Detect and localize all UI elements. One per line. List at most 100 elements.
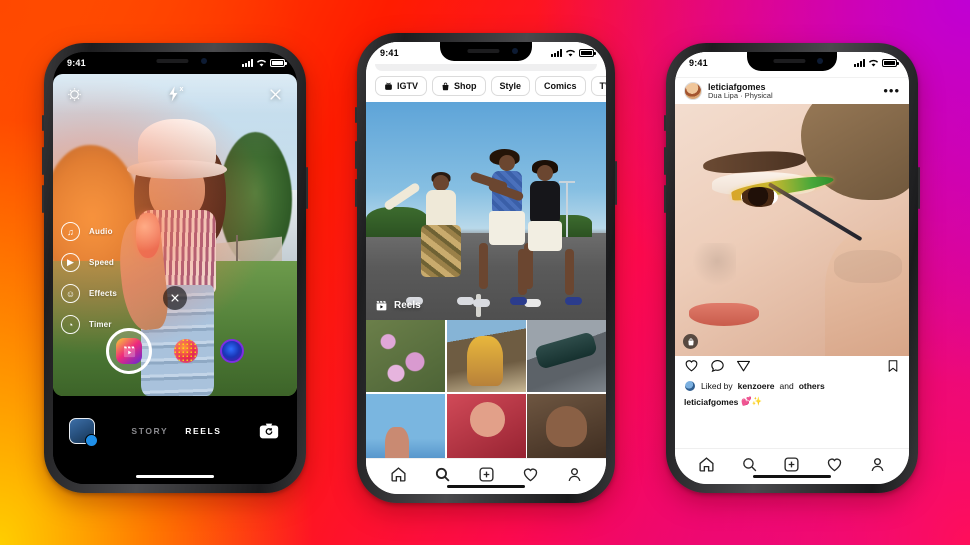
earpiece-speaker [156,59,189,63]
chip-shop[interactable]: Shop [432,76,486,96]
camera-screen: x ♫ Audio ▶ Speed ☺ Effects ◔ Timer STOR… [53,52,297,484]
power-button [615,161,617,205]
reels-badge-label: Reels [394,300,421,311]
earpiece-speaker [467,49,500,53]
likes-summary: Liked by kenzoere and others [675,380,909,394]
search-tab[interactable] [741,456,758,473]
category-chips[interactable]: IGTV Shop Style Comics TV & Movie [366,76,606,102]
tool-audio[interactable]: ♫ Audio [61,222,117,242]
shopping-tag-icon[interactable] [683,334,698,349]
tool-label: Audio [89,227,113,237]
post-audio-label[interactable]: Dua Lipa · Physical [708,91,773,101]
volume-down-button [664,185,666,213]
close-icon[interactable] [268,87,283,102]
grid-item[interactable] [366,393,445,458]
wifi-icon [256,59,267,67]
reels-badge: Reels [375,299,421,312]
home-tab[interactable] [390,466,407,483]
create-tab[interactable] [783,456,800,473]
caption-username[interactable]: leticiafgomes [684,397,738,407]
chip-tv-movie[interactable]: TV & Movie [590,76,606,96]
volume-down-button [355,179,357,207]
power-button [918,167,920,209]
share-button[interactable] [736,358,751,378]
grid-item[interactable] [446,320,526,392]
avatar[interactable] [684,82,702,100]
caption-emoji: 💕✨ [741,396,763,406]
likes-middle: and [779,381,794,391]
activity-tab[interactable] [826,456,843,473]
reels-clapper-icon [376,301,387,311]
notch [440,42,532,61]
chip-igtv[interactable]: IGTV [375,76,428,96]
tool-speed[interactable]: ▶ Speed [61,253,117,273]
create-tab[interactable] [478,466,495,483]
mode-story[interactable]: STORY [131,426,168,436]
gallery-thumbnail-icon[interactable] [69,418,98,447]
feed-screen: Instagram leticiafgomes Dua Lipa · Physi… [675,52,909,484]
likes-username[interactable]: kenzoere [738,381,775,391]
flip-camera-icon[interactable] [258,420,281,443]
likes-others[interactable]: others [799,381,825,391]
cellular-bars-icon [551,49,562,57]
volume-up-button [664,147,666,175]
dancer-right [487,159,582,305]
battery-icon [579,49,596,57]
mode-reels[interactable]: REELS [185,426,221,436]
chip-label: IGTV [397,81,419,91]
cellular-bars-icon [242,59,253,67]
like-button[interactable] [684,358,699,378]
dismiss-effect-button[interactable] [163,286,187,310]
grid-item[interactable] [446,393,526,458]
shutter-row [53,328,297,374]
effects-face-icon: ☺ [61,284,80,304]
save-button[interactable] [886,359,900,378]
camera-bottom-bar: STORY REELS [53,400,297,484]
home-tab[interactable] [698,456,715,473]
home-indicator [447,484,525,488]
music-note-icon: ♫ [61,222,80,242]
grid-item[interactable] [527,320,606,392]
effect-glitter-red[interactable] [174,339,198,363]
mute-switch [42,115,44,131]
profile-tab[interactable] [566,466,583,483]
effect-blue-orb[interactable] [220,339,244,363]
flash-off-icon[interactable]: x [167,86,183,102]
camera-settings-icon[interactable] [67,87,82,102]
grid-item[interactable] [527,393,606,458]
phone-explore: 9:41 Search IGTV S [355,33,617,503]
volume-up-button [355,141,357,169]
search-tab[interactable] [434,466,451,483]
reels-clapper-icon [116,338,142,364]
mute-switch [664,115,666,131]
camera-viewport[interactable]: x ♫ Audio ▶ Speed ☺ Effects ◔ Timer [53,74,297,396]
chip-label: Comics [544,81,577,91]
tool-label: Speed [89,258,115,268]
volume-up-button [42,147,44,175]
volume-down-button [42,185,44,213]
home-indicator [136,474,214,478]
status-time: 9:41 [67,58,86,68]
bottom-tab-bar [366,458,606,494]
chip-label: Shop [454,81,477,91]
post-image[interactable] [675,104,909,356]
grid-item[interactable] [366,320,445,392]
battery-icon [270,59,287,67]
featured-reel[interactable]: Reels [366,102,606,320]
profile-tab[interactable] [869,456,886,473]
chip-comics[interactable]: Comics [535,76,586,96]
activity-tab[interactable] [522,466,539,483]
speed-gauge-icon: ▶ [61,253,80,273]
front-camera [512,48,518,54]
liker-avatar [684,380,696,392]
more-options-icon[interactable]: ••• [883,84,900,96]
explore-grid [366,320,606,458]
chip-label: TV & Movie [599,81,606,91]
chip-style[interactable]: Style [490,76,531,96]
tool-effects[interactable]: ☺ Effects [61,284,117,304]
record-button[interactable] [106,328,152,374]
igtv-icon [385,82,392,90]
comment-button[interactable] [710,358,725,378]
camera-tools-panel: ♫ Audio ▶ Speed ☺ Effects ◔ Timer [61,222,117,335]
home-indicator [753,474,831,478]
